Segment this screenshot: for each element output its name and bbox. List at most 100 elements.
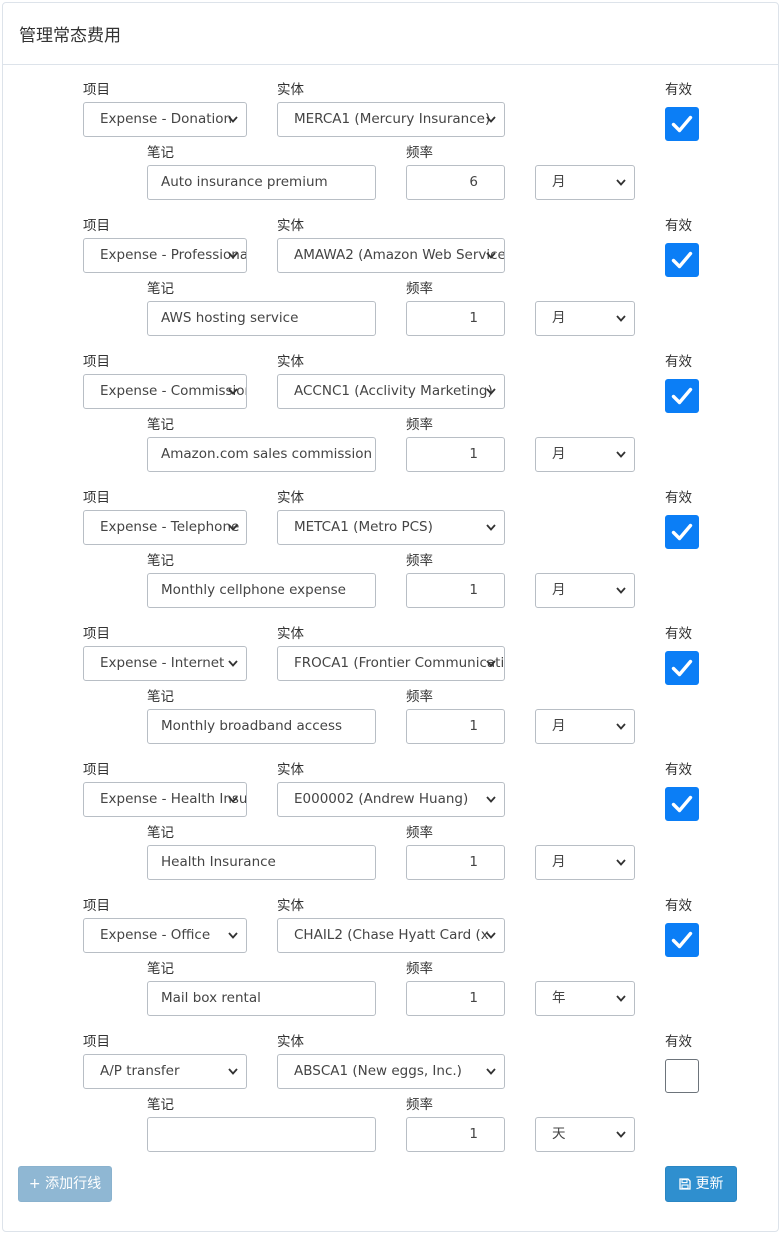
period-select[interactable]: 月 [535, 437, 635, 472]
note-input[interactable]: Monthly cellphone expense [147, 573, 376, 608]
period-select[interactable]: 月 [535, 301, 635, 336]
entity-select[interactable]: FROCA1 (Frontier Communications) [277, 646, 505, 681]
item-label: 项目 [83, 626, 110, 642]
period-select[interactable]: 月 [535, 165, 635, 200]
checkmark-icon [671, 523, 693, 541]
active-checkbox[interactable] [665, 787, 699, 821]
update-button[interactable]: 更新 [665, 1166, 737, 1202]
period-select-value: 年 [552, 990, 566, 1006]
entity-select[interactable]: CHAIL2 (Chase Hyatt Card (x [277, 918, 505, 953]
entity-select-value: ACCNC1 (Acclivity Marketing) [294, 383, 493, 399]
period-select[interactable]: 月 [535, 573, 635, 608]
active-label: 有效 [665, 354, 692, 370]
period-select[interactable]: 月 [535, 709, 635, 744]
item-label: 项目 [83, 354, 110, 370]
item-select-value: Expense - Professional [100, 247, 247, 263]
item-select[interactable]: Expense - Donation [83, 102, 247, 137]
note-label: 笔记 [147, 961, 174, 977]
frequency-input[interactable]: 1 [406, 981, 505, 1016]
active-checkbox[interactable] [665, 243, 699, 277]
active-checkbox[interactable] [665, 923, 699, 957]
chevron-down-icon [228, 1068, 238, 1075]
item-select-value: Expense - Office [100, 927, 211, 943]
note-label: 笔记 [147, 1097, 174, 1113]
floppy-disk-icon [678, 1178, 691, 1190]
item-select[interactable]: A/P transfer [83, 1054, 247, 1089]
period-select[interactable]: 月 [535, 845, 635, 880]
active-label: 有效 [665, 626, 692, 642]
entity-select[interactable]: MERCA1 (Mercury Insurance) [277, 102, 505, 137]
checkmark-icon [671, 251, 693, 269]
entity-select-value: CHAIL2 (Chase Hyatt Card (x [294, 927, 489, 943]
entity-select-value: ABSCA1 (New eggs, Inc.) [294, 1063, 462, 1079]
frequency-label: 频率 [406, 145, 433, 161]
frequency-label: 频率 [406, 553, 433, 569]
item-select[interactable]: Expense - Internet [83, 646, 247, 681]
chevron-down-icon [616, 723, 626, 730]
entity-select[interactable]: ACCNC1 (Acclivity Marketing) [277, 374, 505, 409]
chevron-down-icon [486, 932, 496, 939]
frequency-input[interactable]: 1 [406, 845, 505, 880]
chevron-down-icon [228, 116, 238, 123]
item-select[interactable]: Expense - Professional [83, 238, 247, 273]
item-select[interactable]: Expense - Commission [83, 374, 247, 409]
note-input[interactable]: Auto insurance premium [147, 165, 376, 200]
frequency-input[interactable]: 1 [406, 709, 505, 744]
frequency-input[interactable]: 1 [406, 1117, 505, 1152]
period-select[interactable]: 天 [535, 1117, 635, 1152]
active-checkbox[interactable] [665, 379, 699, 413]
chevron-down-icon [486, 660, 496, 667]
note-input[interactable]: Amazon.com sales commission [147, 437, 376, 472]
item-select-value: Expense - Telephone [100, 519, 240, 535]
note-input[interactable] [147, 1117, 376, 1152]
chevron-down-icon [616, 451, 626, 458]
item-select[interactable]: Expense - Health Insurance [83, 782, 247, 817]
frequency-label: 频率 [406, 417, 433, 433]
update-button-label: 更新 [695, 1176, 724, 1192]
note-input[interactable]: Mail box rental [147, 981, 376, 1016]
frequency-input[interactable]: 1 [406, 301, 505, 336]
expense-row: 项目 实体 有效 Expense - Professional AMAWA2 (Amaz… [0, 216, 782, 352]
active-checkbox[interactable] [665, 1059, 699, 1093]
active-checkbox[interactable] [665, 515, 699, 549]
note-input[interactable]: Health Insurance [147, 845, 376, 880]
entity-select[interactable]: AMAWA2 (Amazon Web Services) [277, 238, 505, 273]
period-select-value: 月 [552, 310, 566, 326]
entity-label: 实体 [277, 1034, 304, 1050]
add-row-button[interactable]: + 添加行线 [18, 1166, 112, 1202]
entity-select[interactable]: METCA1 (Metro PCS) [277, 510, 505, 545]
frequency-input[interactable]: 1 [406, 437, 505, 472]
note-label: 笔记 [147, 417, 174, 433]
active-checkbox[interactable] [665, 107, 699, 141]
period-select[interactable]: 年 [535, 981, 635, 1016]
chevron-down-icon [486, 252, 496, 259]
panel-header: 管理常态费用 [3, 3, 778, 65]
entity-select[interactable]: ABSCA1 (New eggs, Inc.) [277, 1054, 505, 1089]
active-label: 有效 [665, 82, 692, 98]
item-select-value: Expense - Commission [100, 383, 247, 399]
chevron-down-icon [228, 660, 238, 667]
chevron-down-icon [228, 524, 238, 531]
frequency-input[interactable]: 6 [406, 165, 505, 200]
chevron-down-icon [616, 859, 626, 866]
item-select[interactable]: Expense - Telephone [83, 510, 247, 545]
frequency-label: 频率 [406, 825, 433, 841]
active-checkbox[interactable] [665, 651, 699, 685]
note-input[interactable]: Monthly broadband access [147, 709, 376, 744]
chevron-down-icon [616, 587, 626, 594]
entity-label: 实体 [277, 82, 304, 98]
chevron-down-icon [228, 796, 238, 803]
note-label: 笔记 [147, 689, 174, 705]
active-label: 有效 [665, 898, 692, 914]
entity-select-value: METCA1 (Metro PCS) [294, 519, 433, 535]
entity-select[interactable]: E000002 (Andrew Huang) [277, 782, 505, 817]
item-label: 项目 [83, 490, 110, 506]
entity-label: 实体 [277, 762, 304, 778]
chevron-down-icon [616, 995, 626, 1002]
note-input[interactable]: AWS hosting service [147, 301, 376, 336]
entity-select-value: FROCA1 (Frontier Communications) [294, 655, 505, 671]
item-select[interactable]: Expense - Office [83, 918, 247, 953]
note-label: 笔记 [147, 553, 174, 569]
entity-label: 实体 [277, 218, 304, 234]
frequency-input[interactable]: 1 [406, 573, 505, 608]
